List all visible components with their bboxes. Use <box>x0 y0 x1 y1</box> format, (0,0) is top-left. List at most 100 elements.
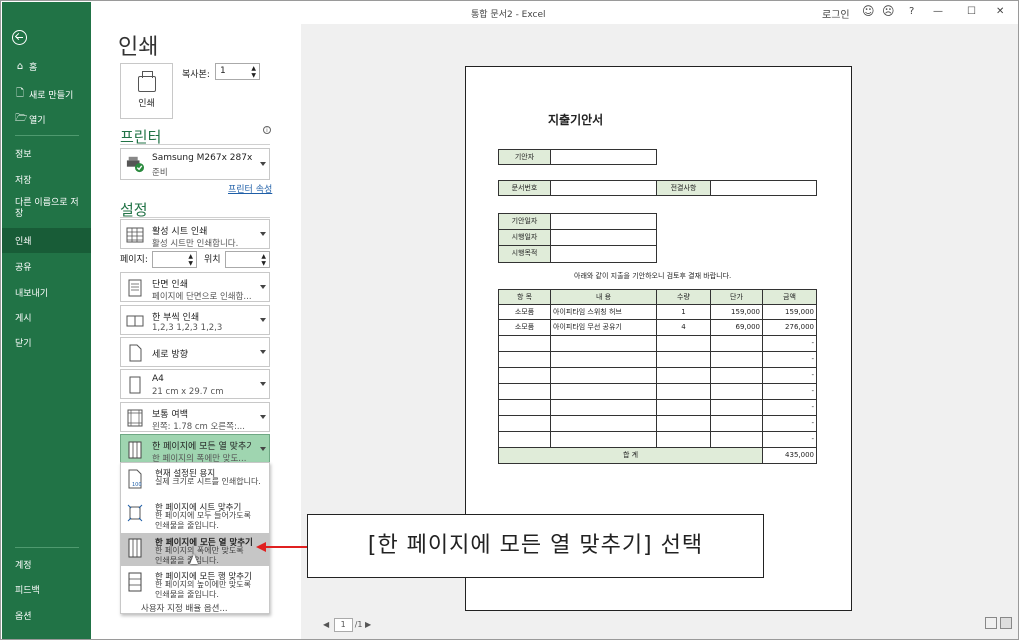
margins-dropdown[interactable]: 보통 여백 왼쪽: 1.78 cm 오른쪽:... <box>120 402 270 432</box>
table-cell: 소모품 <box>498 304 551 320</box>
table-cell <box>710 351 763 368</box>
sidebar-item-home[interactable]: ⌂ 홈 <box>2 60 91 73</box>
single-sided-icon <box>128 279 142 297</box>
print-what-dropdown[interactable]: 활성 시트 인쇄 활성 시트만 인쇄합니다. <box>120 219 270 249</box>
table-cell <box>498 383 551 400</box>
table-cell <box>656 367 711 384</box>
menu-item-no-scaling[interactable]: 100 현재 설정된 용지 실제 크기로 시트를 인쇄합니다. <box>121 464 269 497</box>
table-cell <box>498 367 551 384</box>
custom-scaling-link[interactable]: 사용자 지정 배율 옵션... <box>141 602 228 614</box>
instruction-callout: [한 페이지에 모든 열 맞추기] 선택 <box>307 514 764 578</box>
table-cell: 1 <box>656 304 711 320</box>
total-value: 435,000 <box>762 447 817 464</box>
help-icon[interactable]: ? <box>909 6 914 17</box>
sidebar-item-save[interactable]: 저장 <box>2 173 91 186</box>
field-value <box>550 213 657 230</box>
menu-item-fit-sheet[interactable]: 한 페이지에 시트 맞추기 한 페이지에 모두 들어가도록 인쇄물을 줄입니다. <box>121 498 269 531</box>
sidebar-item-info[interactable]: 정보 <box>2 147 91 160</box>
table-header: 수량 <box>656 289 711 305</box>
paper-size-dropdown[interactable]: A4 21 cm x 29.7 cm <box>120 369 270 399</box>
table-cell: 소모품 <box>498 319 551 336</box>
zoom-to-page-icon[interactable] <box>1000 617 1012 629</box>
sidebar-item-options[interactable]: 옵션 <box>2 609 91 622</box>
print-button-label: 인쇄 <box>138 99 155 109</box>
collate-dropdown[interactable]: 한 부씩 인쇄 1,2,3 1,2,3 1,2,3 <box>120 305 270 335</box>
field-label: 시행일자 <box>498 229 551 246</box>
table-cell <box>498 431 551 448</box>
copies-value: 1 <box>220 66 226 76</box>
menu-item-fit-rows[interactable]: 한 페이지에 모든 행 맞추기 한 페이지의 높이에만 맞도록 인쇄물을 줄입니다… <box>121 567 269 600</box>
print-button[interactable]: 인쇄 <box>120 63 173 119</box>
setting-title: 한 부씩 인쇄 <box>152 313 200 323</box>
field-value <box>550 149 657 165</box>
sidebar-item-close[interactable]: 닫기 <box>2 336 91 349</box>
table-cell <box>656 351 711 368</box>
setting-desc: 21 cm x 29.7 cm <box>152 387 224 397</box>
table-cell: - <box>762 431 817 448</box>
sided-dropdown[interactable]: 단면 인쇄 페이지에 단면으로 인쇄합... <box>120 272 270 302</box>
spin-arrows-icon[interactable]: ▲ ▼ <box>251 65 256 79</box>
table-cell <box>550 335 657 352</box>
fit-rows-icon <box>128 572 142 592</box>
table-cell <box>656 399 711 416</box>
next-page-icon[interactable]: ▶ <box>365 620 371 629</box>
sidebar-item-save-as[interactable]: 다른 이름으로 저장 <box>2 198 82 220</box>
orientation-dropdown[interactable]: 세로 방향 <box>120 337 270 367</box>
table-cell <box>710 399 763 416</box>
sidebar-item-new[interactable]: 🗋 새로 만들기 <box>2 86 91 103</box>
field-label: 문서번호 <box>498 180 551 196</box>
close-icon[interactable]: ✕ <box>996 6 1004 17</box>
pages-from-input[interactable]: ▲ ▼ <box>152 251 197 268</box>
back-arrow-icon[interactable] <box>12 30 27 45</box>
maximize-icon[interactable]: ☐ <box>967 6 976 17</box>
setting-title: 단면 인쇄 <box>152 280 188 290</box>
chevron-down-icon <box>260 285 266 289</box>
table-cell <box>550 431 657 448</box>
sidebar-item-publish[interactable]: 게시 <box>2 311 91 324</box>
show-margins-icon[interactable] <box>985 617 997 629</box>
frown-feedback-icon[interactable]: ☹ <box>882 4 895 18</box>
sidebar-item-feedback[interactable]: 피드백 <box>2 583 91 596</box>
table-cell: 4 <box>656 319 711 336</box>
scaling-dropdown[interactable]: 한 페이지에 모든 열 맞추기 한 페이지의 폭에만 맞도... <box>120 434 270 464</box>
sidebar-item-share[interactable]: 공유 <box>2 260 91 273</box>
login-link[interactable]: 로그인 <box>822 6 850 21</box>
chevron-down-icon <box>260 232 266 236</box>
table-cell: 아이피타임 스위칭 허브 <box>550 304 657 320</box>
sidebar-item-open[interactable]: 🗁 열기 <box>2 111 91 128</box>
prev-page-icon[interactable]: ◀ <box>323 620 329 629</box>
callout-arrowhead-icon <box>256 542 266 552</box>
table-cell <box>550 351 657 368</box>
page-total: /1 <box>354 620 363 629</box>
chevron-down-icon <box>260 350 266 354</box>
sidebar-item-print[interactable]: 인쇄 <box>2 228 91 253</box>
info-icon[interactable]: i <box>263 126 271 134</box>
margins-icon <box>127 409 143 427</box>
smile-feedback-icon[interactable]: ☺ <box>862 4 875 18</box>
sidebar-item-label: 홈 <box>29 63 38 73</box>
table-header: 항 목 <box>498 289 551 305</box>
sidebar-item-account[interactable]: 계정 <box>2 558 91 571</box>
page-current-input[interactable]: 1 <box>333 618 353 632</box>
sidebar-item-export[interactable]: 내보내기 <box>2 286 91 299</box>
table-cell <box>498 351 551 368</box>
table-cell <box>710 367 763 384</box>
fit-columns-icon <box>128 441 142 459</box>
document-title: 지출기안서 <box>548 113 604 127</box>
home-icon: ⌂ <box>16 61 24 72</box>
table-cell: - <box>762 415 817 432</box>
table-cell: - <box>762 367 817 384</box>
setting-title: 한 페이지에 모든 열 맞추기 <box>152 442 252 452</box>
chevron-down-icon <box>260 447 266 451</box>
copies-stepper[interactable]: 1 ▲ ▼ <box>215 63 260 80</box>
chevron-down-icon <box>260 415 266 419</box>
table-header: 금액 <box>762 289 817 305</box>
table-cell <box>656 383 711 400</box>
printer-dropdown[interactable]: Samsung M267x 287x Se... 준비 <box>120 148 270 180</box>
printer-properties-link[interactable]: 프린터 속성 <box>228 182 272 195</box>
spin-arrows-icon[interactable]: ▲ ▼ <box>188 253 193 267</box>
spin-arrows-icon[interactable]: ▲ ▼ <box>261 253 266 267</box>
pages-to-input[interactable]: ▲ ▼ <box>225 251 270 268</box>
minimize-icon[interactable]: — <box>933 6 943 17</box>
table-cell <box>550 367 657 384</box>
